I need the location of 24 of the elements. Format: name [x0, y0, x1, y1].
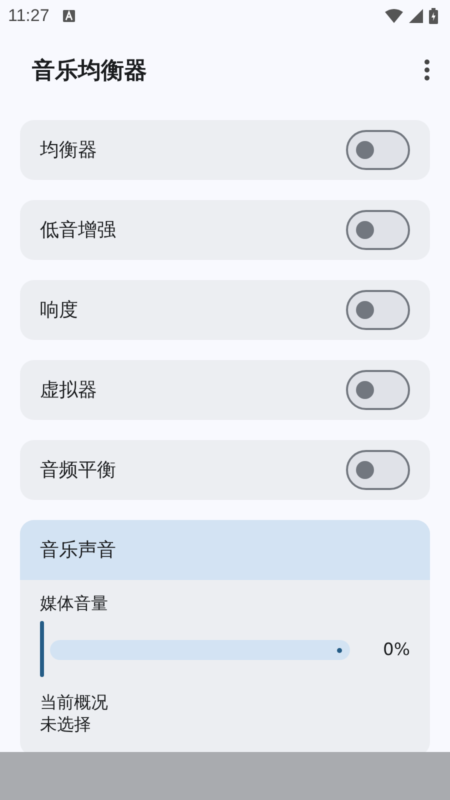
keyboard-icon: [63, 10, 76, 22]
volume-reading: 0%: [382, 640, 410, 661]
slider-thumb[interactable]: [40, 621, 44, 678]
app-title: 音乐均衡器: [32, 56, 147, 86]
battery-icon: [429, 8, 438, 24]
toggle-switch[interactable]: [346, 210, 410, 250]
setting-label: 虚拟器: [40, 378, 97, 403]
toggle-switch[interactable]: [346, 450, 410, 490]
status-time: 11:27: [8, 6, 50, 26]
toggle-switch[interactable]: [346, 130, 410, 170]
toggle-switch[interactable]: [346, 290, 410, 330]
signal-icon: [409, 9, 423, 23]
setting-label: 低音增强: [40, 218, 116, 243]
profile-value: 未选择: [40, 714, 92, 736]
profile-label: 当前概况: [40, 693, 109, 714]
setting-label: 响度: [40, 298, 78, 323]
wifi-icon: [385, 9, 403, 23]
setting-label: 均衡器: [40, 138, 97, 163]
more-vertical-icon: [424, 59, 430, 81]
slider-label: 媒体音量: [40, 594, 109, 616]
section-title: 音乐声音: [40, 538, 116, 563]
setting-label: 音频平衡: [40, 458, 116, 483]
toggle-switch[interactable]: [346, 370, 410, 410]
volume-slider[interactable]: [40, 621, 350, 680]
